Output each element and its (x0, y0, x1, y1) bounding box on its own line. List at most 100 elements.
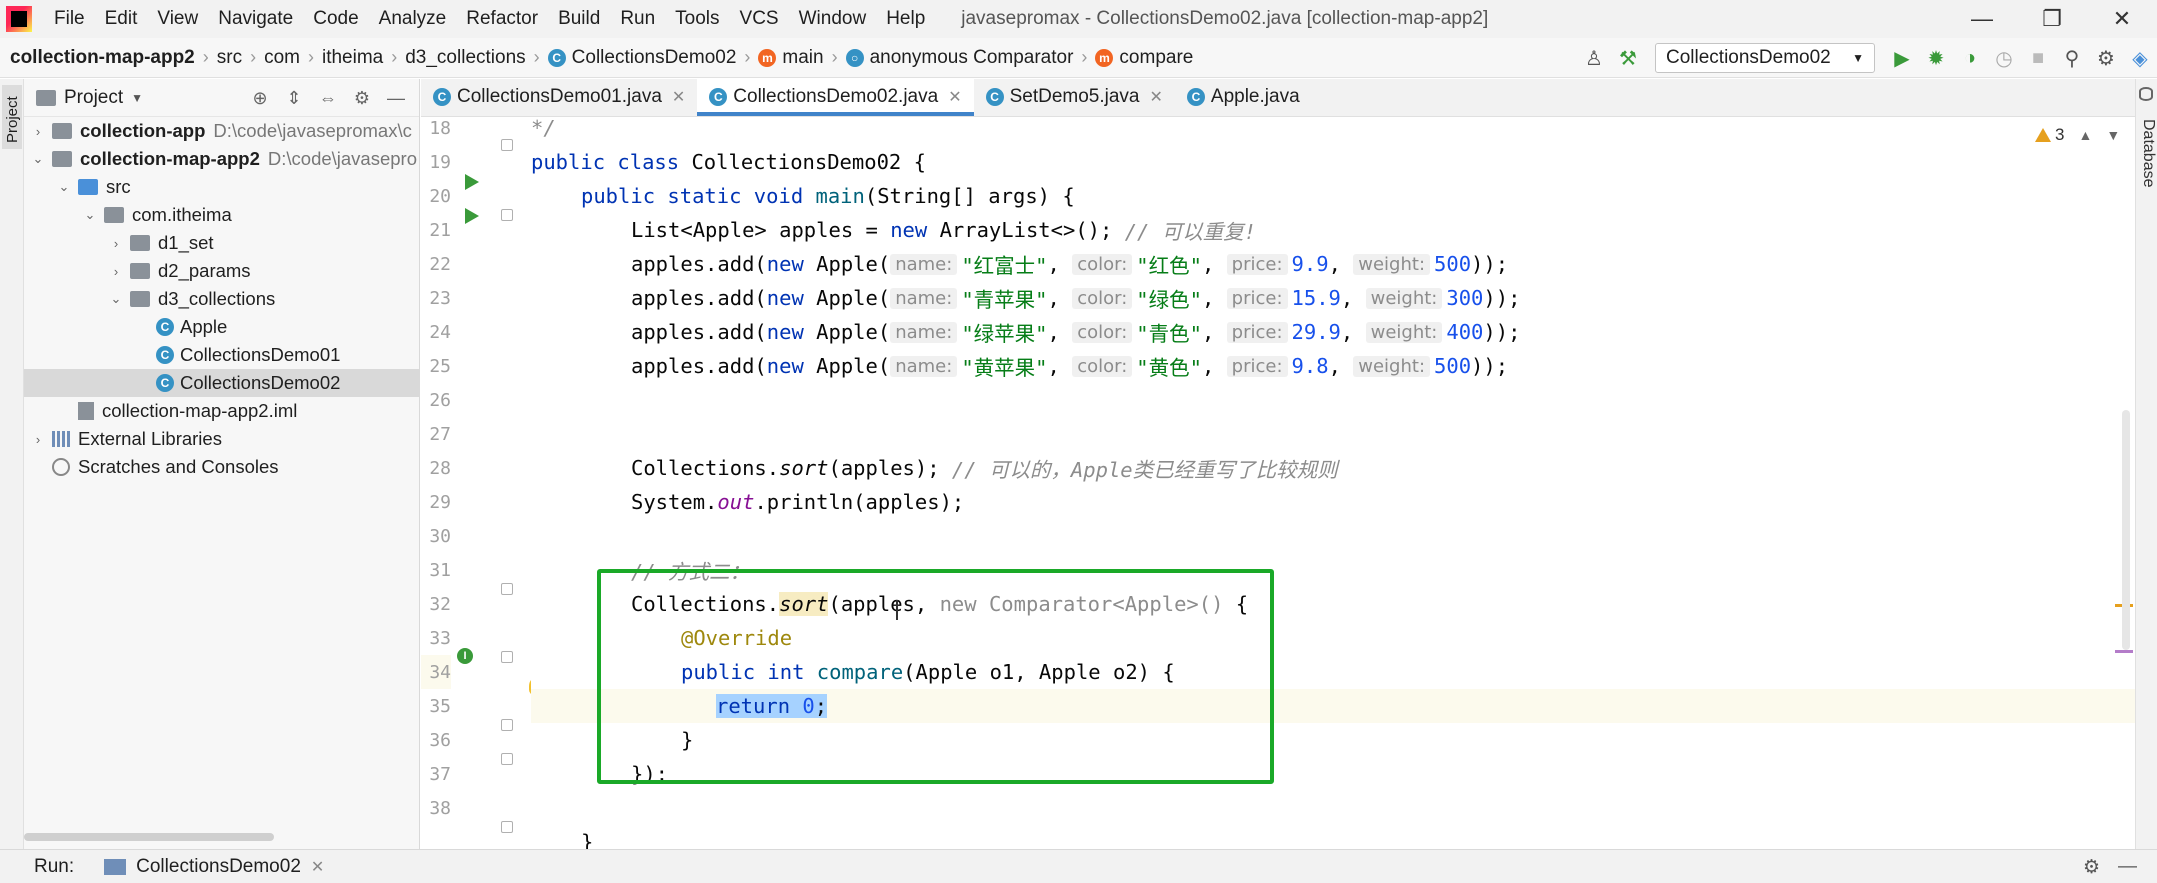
run-configuration-select[interactable]: CollectionsDemo02 ▼ (1655, 43, 1875, 73)
project-tool-button[interactable]: Project (2, 85, 22, 149)
tree-item[interactable]: › d1_set (24, 229, 419, 257)
inspection-widget[interactable]: 3 ▲ ▼ (2035, 125, 2120, 145)
tab-collectionsdemo01[interactable]: C CollectionsDemo01.java ✕ (421, 78, 697, 116)
menu-refactor[interactable]: Refactor (456, 8, 548, 30)
tree-item[interactable]: Scratches and Consoles (24, 453, 419, 481)
run-icon[interactable]: ▶ (1885, 41, 1919, 75)
chevron-down-icon[interactable]: ▼ (2106, 127, 2120, 143)
parameter-hint: price: (1226, 287, 1288, 309)
menu-run[interactable]: Run (610, 8, 665, 30)
tree-item[interactable]: C Apple (24, 313, 419, 341)
menu-window[interactable]: Window (789, 8, 877, 30)
close-icon[interactable]: ✕ (1150, 87, 1163, 107)
fold-marker-icon[interactable] (501, 719, 513, 731)
gear-icon[interactable]: ⚙ (2083, 856, 2100, 879)
hide-panel-icon[interactable]: — (379, 83, 413, 113)
vertical-scrollbar[interactable] (2122, 410, 2130, 650)
project-panel-title[interactable]: Project (64, 87, 123, 109)
fold-marker-icon[interactable] (501, 583, 513, 595)
menu-analyze[interactable]: Analyze (369, 8, 457, 30)
breadcrumb-class[interactable]: C CollectionsDemo02 (547, 47, 736, 69)
tab-label: SetDemo5.java (1009, 86, 1140, 107)
chevron-right-icon[interactable]: › (106, 236, 126, 251)
chevron-down-icon[interactable]: ⌄ (28, 151, 48, 167)
fold-marker-icon[interactable] (501, 821, 513, 833)
line-number: 26 (429, 389, 451, 411)
database-icon[interactable] (2139, 87, 2153, 101)
build-hammer-icon[interactable]: ⚒ (1611, 41, 1645, 75)
chevron-down-icon[interactable]: ⌄ (106, 291, 126, 307)
menu-vcs[interactable]: VCS (730, 8, 789, 30)
chevron-right-icon: › (831, 47, 838, 67)
restore-icon[interactable]: ❐ (2017, 0, 2087, 38)
close-window-icon[interactable]: ✕ (2087, 0, 2157, 38)
breadcrumb-project[interactable]: collection-map-app2 (10, 47, 195, 69)
horizontal-scrollbar[interactable] (24, 833, 274, 841)
close-icon[interactable]: ✕ (672, 87, 685, 107)
tree-item-label: collection-map-app2 (80, 148, 260, 169)
plugins-icon[interactable]: ◈ (2123, 41, 2157, 75)
chevron-up-icon[interactable]: ▲ (2078, 127, 2092, 143)
chevron-down-icon[interactable]: ▼ (131, 91, 143, 105)
run-main-icon[interactable] (465, 208, 479, 224)
tree-item[interactable]: ⌄ com.itheima (24, 201, 419, 229)
chevron-down-icon[interactable]: ⌄ (54, 179, 74, 195)
locate-icon[interactable]: ⊕ (243, 83, 277, 113)
fold-marker-icon[interactable] (501, 651, 513, 663)
gear-icon[interactable]: ⚙ (345, 83, 379, 113)
menu-file[interactable]: File (44, 8, 95, 30)
tree-item[interactable]: ⌄ src (24, 173, 419, 201)
close-icon[interactable]: ✕ (311, 857, 324, 877)
tree-item[interactable]: ⌄ d3_collections (24, 285, 419, 313)
menu-code[interactable]: Code (303, 8, 368, 30)
tree-item[interactable]: C CollectionsDemo02 (24, 369, 419, 397)
database-tool-label[interactable]: Database (2139, 119, 2157, 188)
menu-help[interactable]: Help (876, 8, 935, 30)
chevron-right-icon[interactable]: › (106, 264, 126, 279)
fold-marker-icon[interactable] (501, 209, 513, 221)
coverage-icon[interactable]: ◑ (1953, 41, 1987, 75)
tab-collectionsdemo02[interactable]: C CollectionsDemo02.java ✕ (697, 78, 974, 116)
menu-view[interactable]: View (147, 8, 208, 30)
menu-build[interactable]: Build (548, 8, 610, 30)
implements-method-icon[interactable]: I (457, 648, 473, 664)
tree-item[interactable]: ⌄ collection-map-app2 D:\code\javasepro (24, 145, 419, 173)
breadcrumb-main-label: main (782, 46, 824, 68)
search-icon[interactable]: ⚲ (2055, 41, 2089, 75)
info-marker[interactable] (2115, 650, 2133, 653)
close-icon[interactable]: ✕ (948, 87, 961, 107)
breadcrumb-anonymous[interactable]: ○ anonymous Comparator (845, 47, 1073, 69)
user-icon[interactable]: ♙ (1577, 41, 1611, 75)
debug-icon[interactable]: ✹ (1919, 41, 1953, 75)
hide-panel-icon[interactable]: — (2118, 856, 2137, 878)
tab-apple[interactable]: C Apple.java (1175, 78, 1312, 116)
gear-icon[interactable]: ⚙ (2089, 41, 2123, 75)
chevron-right-icon[interactable]: › (28, 432, 48, 447)
tree-item[interactable]: › d2_params (24, 257, 419, 285)
tree-item[interactable]: collection-map-app2.iml (24, 397, 419, 425)
menu-tools[interactable]: Tools (665, 8, 729, 30)
menu-edit[interactable]: Edit (95, 8, 148, 30)
stop-icon[interactable]: ■ (2021, 41, 2055, 75)
breadcrumb-main[interactable]: m main (758, 46, 824, 69)
fold-marker-icon[interactable] (501, 753, 513, 765)
tree-item[interactable]: › External Libraries (24, 425, 419, 453)
menu-navigate[interactable]: Navigate (208, 8, 303, 30)
profile-icon[interactable]: ◷ (1987, 41, 2021, 75)
breadcrumb-d3-collections[interactable]: d3_collections (405, 47, 525, 69)
tree-item[interactable]: › collection-app D:\code\javasepromax\c (24, 117, 419, 145)
tree-item[interactable]: C CollectionsDemo01 (24, 341, 419, 369)
breadcrumb-src[interactable]: src (217, 47, 242, 69)
fold-marker-icon[interactable] (501, 139, 513, 151)
minimize-icon[interactable]: — (1947, 0, 2017, 38)
tab-setdemo5[interactable]: C SetDemo5.java ✕ (974, 78, 1175, 116)
breadcrumb-compare[interactable]: m compare (1095, 47, 1193, 69)
expand-all-icon[interactable]: ⇕ (277, 83, 311, 113)
breadcrumb-itheima[interactable]: itheima (322, 47, 383, 69)
collapse-all-icon[interactable]: ⇔ (311, 83, 345, 113)
run-tab-collectionsdemo02[interactable]: CollectionsDemo02 ✕ (104, 856, 324, 878)
chevron-right-icon[interactable]: › (28, 124, 48, 139)
chevron-down-icon[interactable]: ⌄ (80, 207, 100, 223)
run-class-icon[interactable] (465, 174, 479, 190)
breadcrumb-com[interactable]: com (264, 47, 300, 69)
